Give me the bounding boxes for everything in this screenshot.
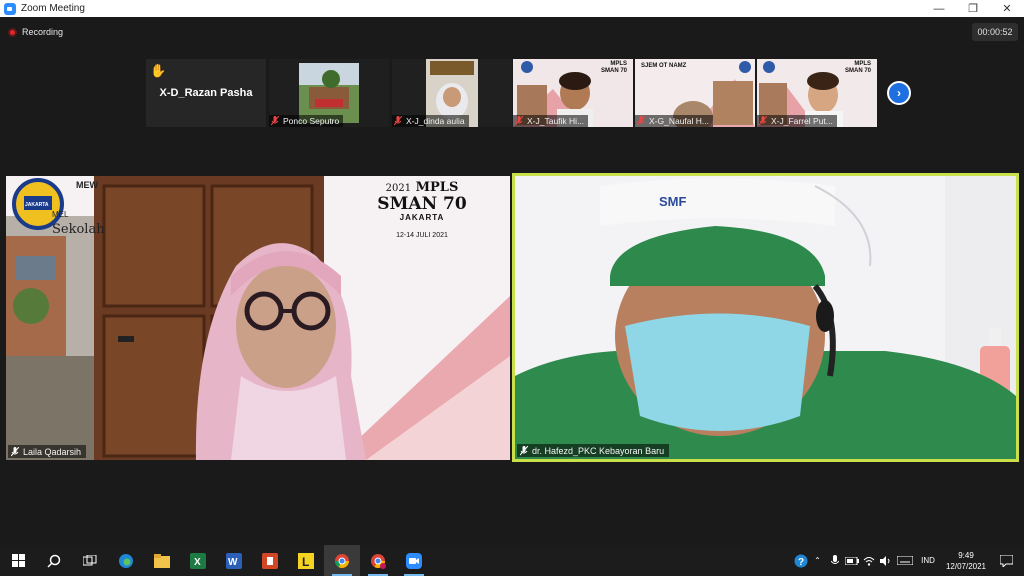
participant-name: X-D_Razan Pasha [159,87,253,99]
task-view-icon[interactable] [72,545,108,576]
zoom-window: Zoom Meeting — ❐ ✕ Recording 00:00:52 ✋ … [0,0,1024,576]
minimize-icon[interactable]: — [922,0,956,17]
chevron-right-icon: › [897,86,901,100]
banner-text: SJEM OT NAMZ [641,63,687,69]
thumb-label: X-J_dinda aulia [392,115,469,127]
participant-thumb-farrel[interactable]: MPLS SMAN 70 X-J_Farrel Put... [757,59,877,127]
clock[interactable]: 9:49 12/07/2021 [940,550,992,572]
svg-text:W: W [228,557,238,568]
mic-muted-icon [515,116,523,126]
mic-muted-icon [271,116,279,126]
thumb-label: Ponco Seputro [269,115,344,127]
mic-icon [11,446,19,457]
event-banner: 2021 MPLS SMAN 70 JAKARTA 12-14 JULI 202… [377,180,467,239]
participant-video [515,176,1016,459]
powerpoint-icon[interactable] [252,545,288,576]
participant-thumb-naufal[interactable]: SJEM OT NAMZ X-G_Naufal H... [635,59,755,127]
keyboard-icon[interactable] [894,545,916,576]
video-tile-hafezd[interactable]: SMF dr. Hafezd_PKC Kebayoran Baru [512,173,1019,462]
maximize-icon[interactable]: ❐ [956,0,990,17]
banner-text: MPLS SMAN 70 [844,61,871,74]
thumb-label: X-J_Farrel Put... [757,115,837,127]
chrome-profile-icon[interactable] [360,545,396,576]
chevron-up-icon[interactable]: ⌃ [809,545,826,576]
video-tile-laila[interactable]: JAKARTA MEW MEL Sekolah 2021 MPLS SMAN 7… [6,176,510,460]
record-dot-icon [8,27,17,37]
zoom-app-icon [4,2,16,15]
window-controls: — ❐ ✕ [922,0,1024,17]
window-title: Zoom Meeting [21,3,85,14]
zoom-taskbar-icon[interactable] [396,545,432,576]
video-label: Laila Qadarsih [8,445,87,458]
thumb-label: X-G_Naufal H... [635,115,713,127]
bg-text: Sekolah [52,222,105,237]
bg-text: MEW [76,180,98,190]
language-indicator[interactable]: IND [916,545,940,576]
svg-text:?: ? [798,557,804,568]
mic-icon [520,445,528,456]
raise-hand-icon: ✋ [150,63,167,78]
close-icon[interactable]: ✕ [990,0,1024,17]
excel-icon[interactable]: X [180,545,216,576]
battery-icon[interactable] [843,545,860,576]
wifi-icon[interactable] [860,545,877,576]
mic-muted-icon [637,116,645,126]
windows-taskbar: X W L ? ⌃ IND 9:49 12/07/2021 [0,545,1024,576]
participant-thumb-dinda[interactable]: X-J_dinda aulia [392,59,512,127]
search-icon[interactable] [36,545,72,576]
thumb-label: X-J_Taufik Hi... [513,115,589,127]
chrome-icon[interactable] [324,545,360,576]
mic-muted-icon [394,116,402,126]
word-icon[interactable]: W [216,545,252,576]
svg-text:X: X [194,557,201,568]
meeting-timer: 00:00:52 [972,23,1018,41]
volume-icon[interactable] [877,545,894,576]
participant-thumb-razan[interactable]: ✋ X-D_Razan Pasha [146,59,266,127]
logo-text: JAKARTA [25,202,49,208]
video-label: dr. Hafezd_PKC Kebayoran Baru [517,444,670,457]
svg-text:L: L [302,555,309,569]
participant-thumb-ponco[interactable]: Ponco Seputro [269,59,389,127]
microphone-icon[interactable] [826,545,843,576]
edge-icon[interactable] [108,545,144,576]
participant-thumb-taufik[interactable]: MPLS SMAN 70 X-J_Taufik Hi... [513,59,633,127]
recording-label: Recording [22,27,64,37]
cap-logo: SMF [659,194,687,209]
title-bar: Zoom Meeting — ❐ ✕ [0,0,1024,17]
windows-start-icon[interactable] [0,545,36,576]
bg-text: MEL [52,210,69,219]
help-icon[interactable]: ? [792,545,809,576]
learning-app-icon[interactable]: L [288,545,324,576]
file-explorer-icon[interactable] [144,545,180,576]
mic-muted-icon [759,116,767,126]
recording-indicator[interactable]: Recording [8,25,63,39]
notifications-icon[interactable] [992,545,1020,576]
system-tray: ? ⌃ IND 9:49 12/07/2021 [792,545,1024,576]
next-page-button[interactable]: › [887,81,911,105]
banner-text: MPLS SMAN 70 [600,61,627,74]
